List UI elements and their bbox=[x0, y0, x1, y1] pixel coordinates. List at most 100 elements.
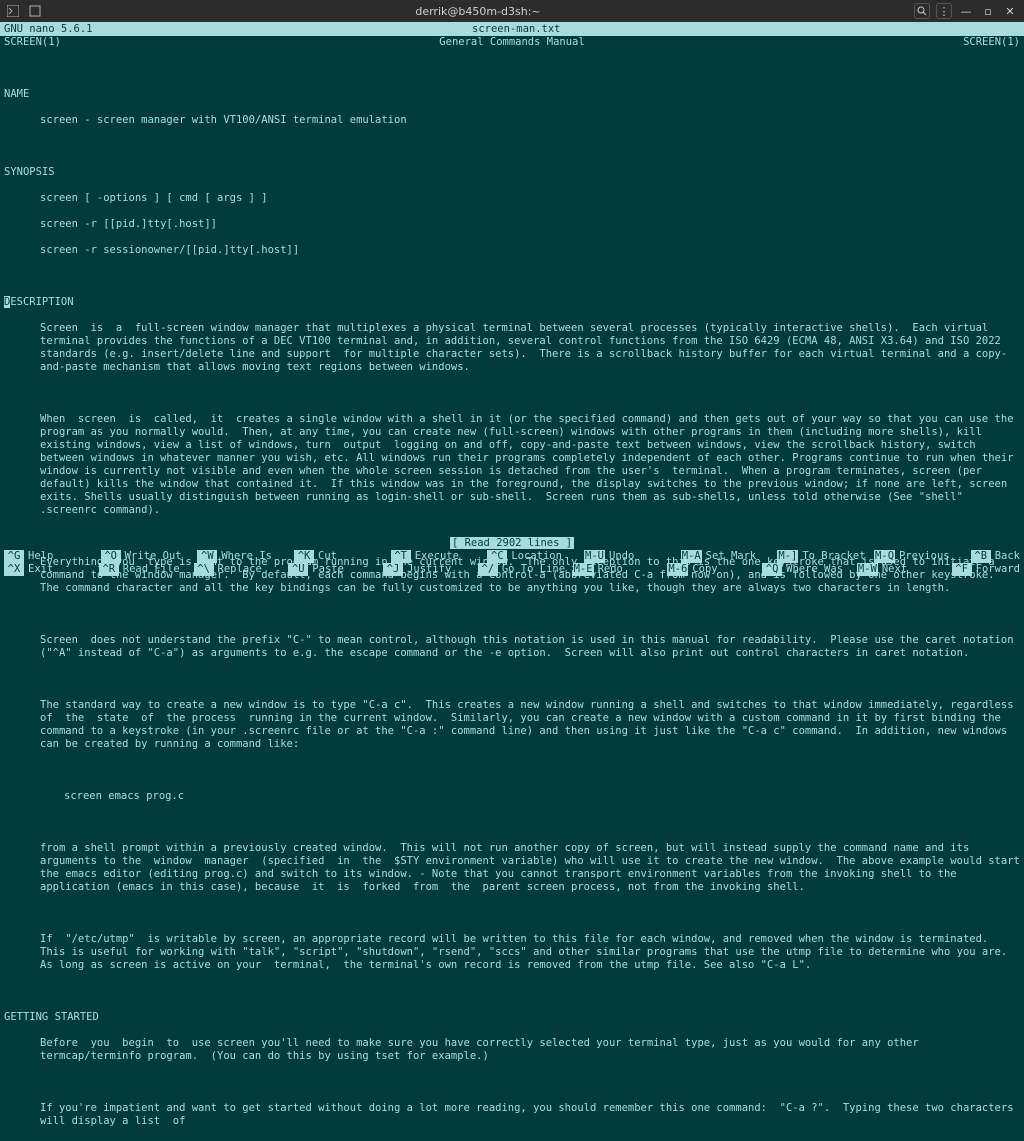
nano-title-bar: GNU nano 5.6.1 screen-man.txt bbox=[0, 22, 1024, 36]
shortcut-key: ^X bbox=[4, 563, 24, 576]
man-header-row: SCREEN(1) General Commands Manual SCREEN… bbox=[0, 36, 1024, 49]
shortcut-key: M-U bbox=[584, 550, 605, 563]
section-name-heading: NAME bbox=[4, 88, 1020, 101]
shortcut-key: ^O bbox=[101, 550, 121, 563]
shortcut-cell: ^/ Go To Line bbox=[478, 563, 573, 576]
shortcut-label: Copy bbox=[692, 563, 717, 576]
shortcut-key: ^R bbox=[99, 563, 119, 576]
shortcut-key: ^U bbox=[288, 563, 308, 576]
shortcut-label: Next bbox=[882, 563, 907, 576]
shortcut-label: Cut bbox=[318, 550, 337, 563]
section-synopsis-heading: SYNOPSIS bbox=[4, 166, 1020, 179]
shortcut-label: Where Is bbox=[221, 550, 272, 563]
gs-para: Before you begin to use screen you'll ne… bbox=[4, 1037, 1020, 1063]
desc-para: Screen does not understand the prefix "C… bbox=[4, 634, 1020, 660]
shortcut-cell: ^B Back bbox=[971, 550, 1020, 563]
shortcut-key: M-Q bbox=[874, 550, 895, 563]
nano-status-line: [ Read 2902 lines ] bbox=[0, 537, 1024, 550]
maximize-button[interactable]: ▫ bbox=[980, 3, 996, 19]
search-icon[interactable] bbox=[914, 3, 930, 19]
shortcut-key: M-] bbox=[777, 550, 798, 563]
shortcut-label: Exit bbox=[28, 563, 53, 576]
man-header-center: General Commands Manual bbox=[84, 36, 940, 49]
minimize-button[interactable]: — bbox=[958, 3, 974, 19]
man-header-left: SCREEN(1) bbox=[4, 36, 84, 49]
synopsis-line: screen [ -options ] [ cmd [ args ] ] bbox=[4, 192, 1020, 205]
shortcut-key: ^K bbox=[294, 550, 314, 563]
editor-viewport[interactable]: NAME screen - screen manager with VT100/… bbox=[0, 49, 1024, 1141]
synopsis-line: screen -r sessionowner/[[pid.]tty[.host]… bbox=[4, 244, 1020, 257]
new-tab-icon[interactable] bbox=[28, 4, 42, 18]
shortcut-label: Paste bbox=[312, 563, 344, 576]
shortcut-key: ^C bbox=[487, 550, 507, 563]
shortcut-key: M-E bbox=[573, 563, 594, 576]
shortcut-label: Read File bbox=[123, 563, 180, 576]
shortcut-label: Where Was bbox=[786, 563, 843, 576]
desc-para: from a shell prompt within a previously … bbox=[4, 842, 1020, 894]
shortcut-cell: ^\ Replace bbox=[194, 563, 289, 576]
nano-filename: screen-man.txt bbox=[93, 22, 940, 36]
shortcut-label: Undo bbox=[609, 550, 634, 563]
desc-para: When screen is called, it creates a sing… bbox=[4, 413, 1020, 517]
shortcut-key: M-A bbox=[681, 550, 702, 563]
shortcut-key: M-W bbox=[857, 563, 878, 576]
shortcut-label: To Bracket bbox=[802, 550, 865, 563]
shortcut-cell: ^U Paste bbox=[288, 563, 383, 576]
shortcut-key: ^W bbox=[197, 550, 217, 563]
shortcut-label: Redo bbox=[598, 563, 623, 576]
status-text: [ Read 2902 lines ] bbox=[450, 537, 574, 549]
shortcut-key: ^\ bbox=[194, 563, 214, 576]
shortcut-cell: M-Q Previous bbox=[874, 550, 971, 563]
shortcut-cell: M-6 Copy bbox=[667, 563, 762, 576]
shortcut-cell: ^K Cut bbox=[294, 550, 391, 563]
synopsis-line: screen -r [[pid.]tty[.host]] bbox=[4, 218, 1020, 231]
shortcut-key: ^Q bbox=[762, 563, 782, 576]
shortcut-key: ^T bbox=[391, 550, 411, 563]
shortcut-label: Execute bbox=[415, 550, 459, 563]
shortcut-cell: M-W Next bbox=[857, 563, 952, 576]
shortcut-key: M-6 bbox=[667, 563, 688, 576]
shortcut-cell: ^F Forward bbox=[952, 563, 1020, 576]
window-title: derrik@b450m-d3sh:~ bbox=[42, 5, 914, 18]
shortcut-label: Replace bbox=[218, 563, 262, 576]
shortcut-cell: ^C Location bbox=[487, 550, 584, 563]
shortcut-cell: M-] To Bracket bbox=[777, 550, 874, 563]
desc-example: screen emacs prog.c bbox=[4, 790, 1020, 803]
close-button[interactable]: ✕ bbox=[1002, 3, 1018, 19]
man-header-right: SCREEN(1) bbox=[940, 36, 1020, 49]
shortcut-cell: ^JJustify bbox=[383, 563, 478, 576]
shortcut-key: ^G bbox=[4, 550, 24, 563]
section-description-heading: DESCRIPTION bbox=[4, 296, 1020, 309]
nano-version: GNU nano 5.6.1 bbox=[4, 22, 93, 36]
shortcut-label: Back bbox=[995, 550, 1020, 563]
desc-para: The standard way to create a new window … bbox=[4, 699, 1020, 751]
shortcut-label: Previous bbox=[899, 550, 950, 563]
desc-para: Screen is a full-screen window manager t… bbox=[4, 322, 1020, 374]
shortcut-label: Help bbox=[28, 550, 53, 563]
shortcut-label: Write Out bbox=[125, 550, 182, 563]
shortcut-key: ^/ bbox=[478, 563, 498, 576]
shortcut-key: ^B bbox=[971, 550, 991, 563]
shortcut-key: ^J bbox=[383, 563, 403, 576]
shortcut-cell: ^G Help bbox=[4, 550, 101, 563]
menu-icon[interactable]: ⋮ bbox=[936, 3, 952, 19]
shortcut-label: Set Mark bbox=[706, 550, 757, 563]
terminal-icon bbox=[6, 4, 20, 18]
nano-shortcut-bar: ^G Help ^O Write Out ^W Where Is ^K Cut ^T Execut… bbox=[0, 550, 1024, 576]
shortcut-cell: ^T Execute bbox=[391, 550, 488, 563]
section-getting-started-heading: GETTING STARTED bbox=[4, 1011, 1020, 1024]
desc-para: If "/etc/utmp" is writable by screen, an… bbox=[4, 933, 1020, 972]
shortcut-cell: ^O Write Out bbox=[101, 550, 198, 563]
shortcut-cell: M-A Set Mark bbox=[681, 550, 778, 563]
shortcut-label: Forward bbox=[976, 563, 1020, 576]
window-titlebar: derrik@b450m-d3sh:~ ⋮ — ▫ ✕ bbox=[0, 0, 1024, 22]
shortcut-key: ^F bbox=[952, 563, 972, 576]
shortcut-label: Go To Line bbox=[502, 563, 565, 576]
shortcut-cell: ^Q Where Was bbox=[762, 563, 857, 576]
shortcut-cell: M-U Undo bbox=[584, 550, 681, 563]
gs-para: If you're impatient and want to get star… bbox=[4, 1102, 1020, 1128]
name-line: screen - screen manager with VT100/ANSI … bbox=[4, 114, 1020, 127]
shortcut-label: Location bbox=[511, 550, 562, 563]
shortcut-cell: ^W Where Is bbox=[197, 550, 294, 563]
shortcut-cell: ^R Read File bbox=[99, 563, 194, 576]
